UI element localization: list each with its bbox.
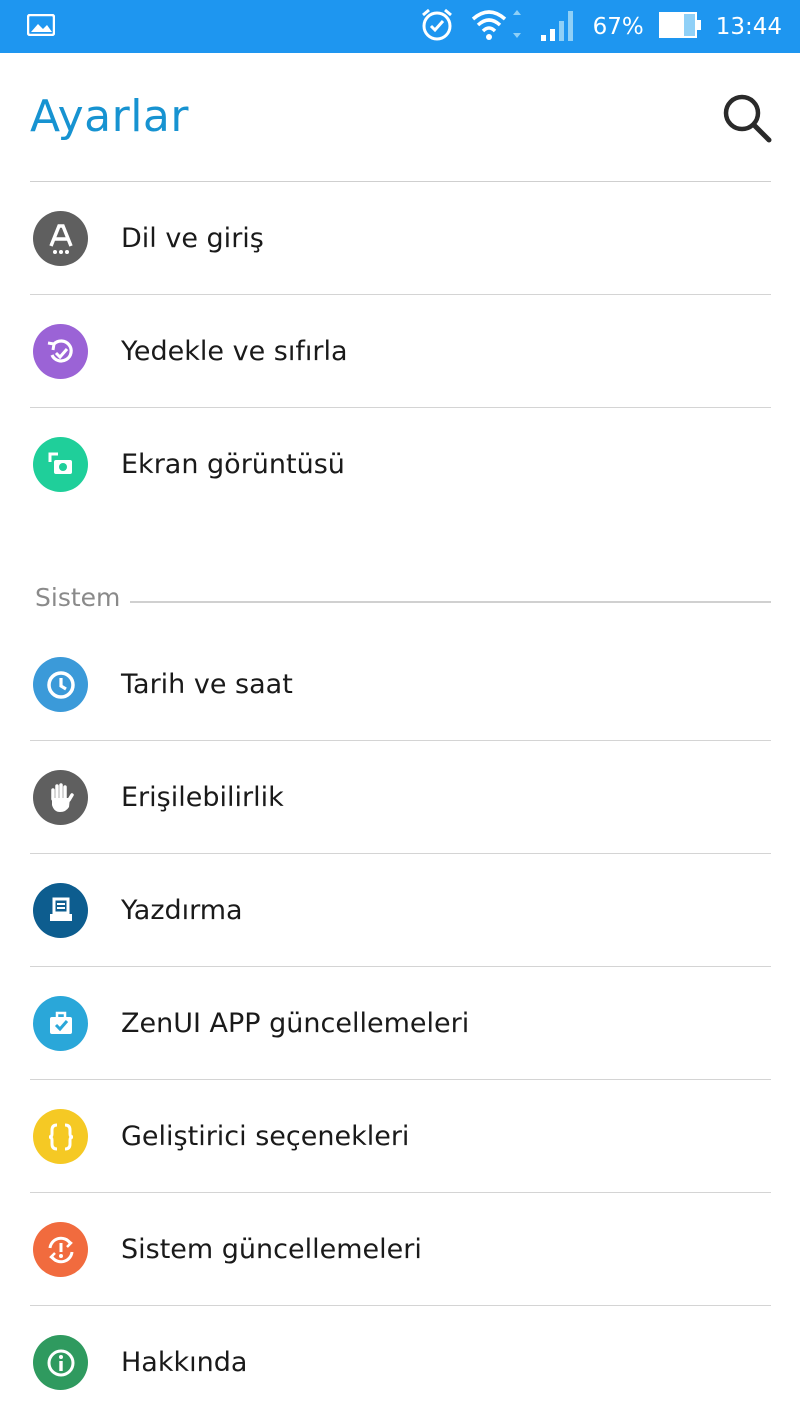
settings-item-date-time[interactable]: Tarih ve saat [0, 628, 800, 741]
system-update-icon [33, 1222, 88, 1277]
language-icon [33, 211, 88, 266]
status-bar: 67% 13:44 [0, 0, 800, 53]
section-title: Sistem [35, 583, 121, 612]
signal-icon [539, 7, 579, 47]
settings-item-printing[interactable]: Yazdırma [0, 854, 800, 967]
settings-item-label: Dil ve giriş [121, 223, 264, 254]
settings-item-screenshot[interactable]: Ekran görüntüsü [0, 408, 800, 521]
settings-item-label: Ekran görüntüsü [121, 449, 345, 480]
section-divider [130, 601, 771, 603]
info-icon [33, 1335, 88, 1390]
settings-item-backup[interactable]: Yedekle ve sıfırla [0, 295, 800, 408]
settings-list-system: Tarih ve saat Erişilebilirlik Yazdırma Z… [0, 628, 800, 1419]
settings-item-label: Geliştirici seçenekleri [121, 1121, 410, 1152]
settings-item-label: Yazdırma [121, 895, 243, 926]
page-title: Ayarlar [30, 91, 189, 142]
app-bar: Ayarlar [0, 53, 800, 181]
settings-item-about[interactable]: Hakkında [0, 1306, 800, 1419]
settings-item-label: Yedekle ve sıfırla [121, 336, 348, 367]
settings-item-system-updates[interactable]: Sistem güncellemeleri [0, 1193, 800, 1306]
search-icon [723, 94, 772, 143]
battery-percent: 67% [592, 13, 644, 40]
battery-icon [658, 10, 702, 44]
settings-item-label: Hakkında [121, 1347, 248, 1378]
alarm-icon [419, 7, 455, 47]
clock-time: 13:44 [715, 13, 782, 40]
briefcase-check-icon [33, 996, 88, 1051]
wifi-icon [469, 7, 525, 47]
settings-item-label: ZenUI APP güncellemeleri [121, 1008, 470, 1039]
settings-item-label: Sistem güncellemeleri [121, 1234, 422, 1265]
settings-item-language[interactable]: Dil ve giriş [0, 182, 800, 295]
printer-icon [33, 883, 88, 938]
clock-icon [33, 657, 88, 712]
settings-list-top: Dil ve giriş Yedekle ve sıfırla Ekran gö… [0, 182, 800, 521]
braces-icon [33, 1109, 88, 1164]
backup-icon [33, 324, 88, 379]
settings-item-label: Erişilebilirlik [121, 782, 284, 813]
settings-item-label: Tarih ve saat [121, 669, 293, 700]
settings-item-developer-options[interactable]: Geliştirici seçenekleri [0, 1080, 800, 1193]
settings-item-accessibility[interactable]: Erişilebilirlik [0, 741, 800, 854]
section-header-system: Sistem [0, 575, 800, 625]
hand-icon [33, 770, 88, 825]
settings-item-zenui-updates[interactable]: ZenUI APP güncellemeleri [0, 967, 800, 1080]
search-button[interactable] [720, 91, 774, 145]
screenshot-icon [33, 437, 88, 492]
image-icon [26, 13, 56, 40]
